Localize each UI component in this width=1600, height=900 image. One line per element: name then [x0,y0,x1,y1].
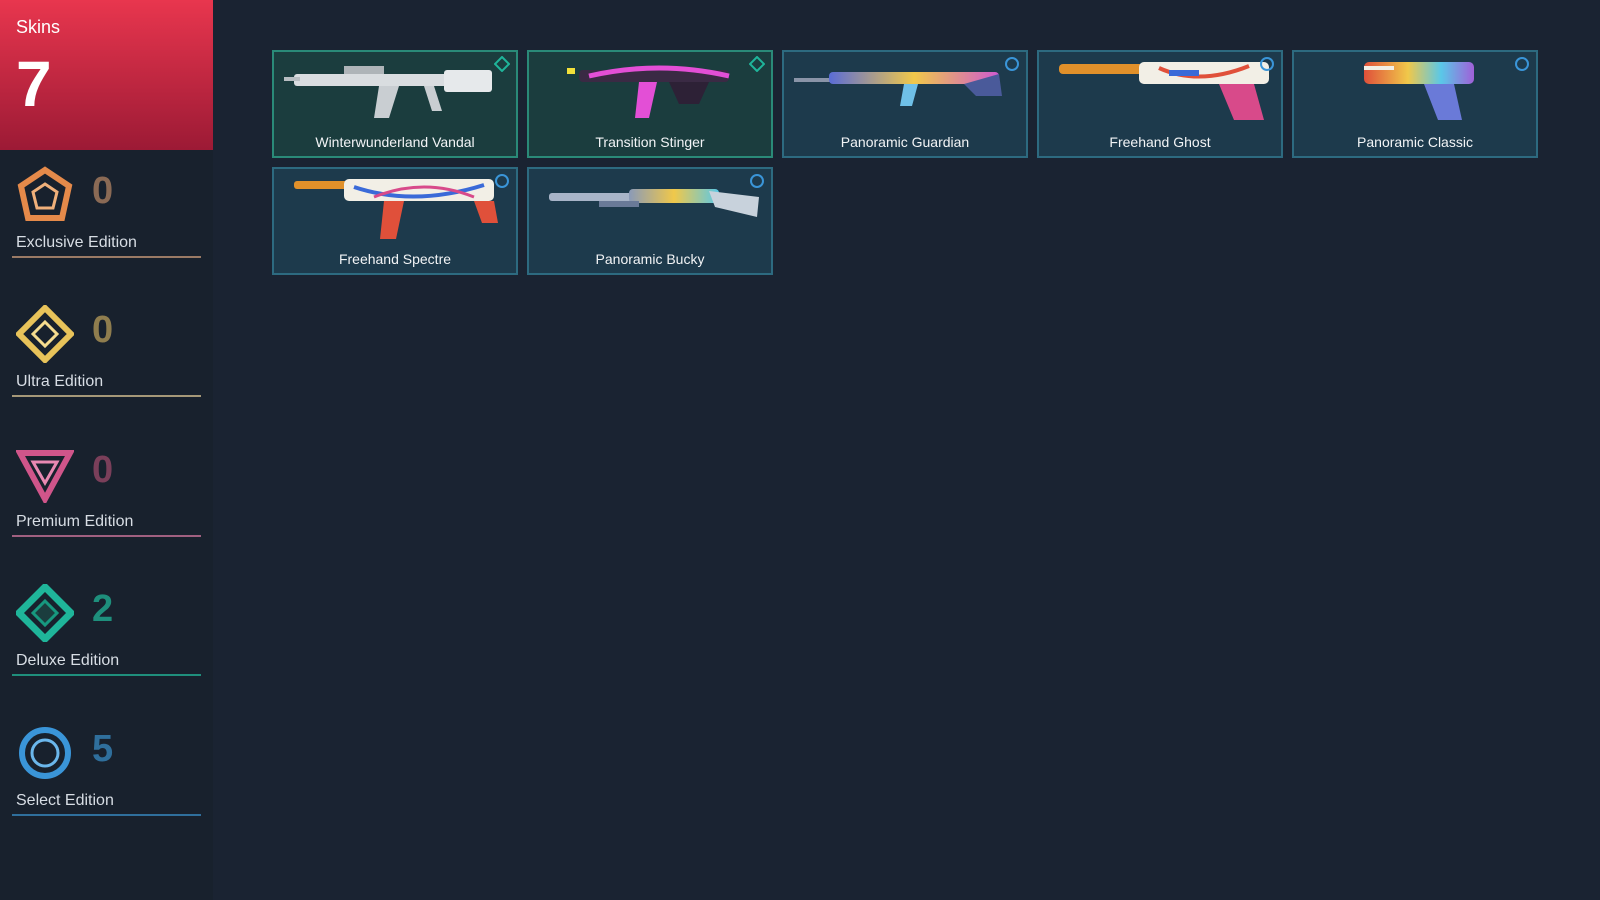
skin-card[interactable]: Panoramic Classic [1292,50,1538,158]
tier-divider [12,674,201,676]
skin-card[interactable]: Transition Stinger [527,50,773,158]
spectre-icon [284,173,506,243]
select-edition-icon [1004,56,1020,72]
tier-divider [12,256,201,258]
skin-card[interactable]: Winterwunderland Vandal [272,50,518,158]
deluxe-edition-icon [494,56,510,72]
select-edition-icon [1514,56,1530,72]
tier-premium: 0 Premium Edition [0,445,213,555]
bucky-icon [539,173,761,243]
tier-label: Select Edition [16,792,114,809]
tier-divider [12,814,201,816]
skins-count: 7 [16,48,52,120]
skin-name: Panoramic Classic [1357,134,1473,150]
skin-card[interactable]: Panoramic Guardian [782,50,1028,158]
tier-label: Premium Edition [16,513,134,530]
ultra-edition-icon [16,305,74,363]
deluxe-edition-icon [749,56,765,72]
tier-label: Ultra Edition [16,373,104,390]
skin-name: Winterwunderland Vandal [315,134,475,150]
tier-label: Exclusive Edition [16,234,137,251]
tier-exclusive: 0 Exclusive Edition [0,166,213,276]
skins-summary-card: Skins 7 [0,0,213,150]
tier-select: 5 Select Edition [0,724,213,834]
skin-card[interactable]: Panoramic Bucky [527,167,773,275]
tier-divider [12,395,201,397]
tier-count: 0 [92,170,114,212]
classic-icon [1304,56,1526,126]
skin-name: Freehand Ghost [1109,134,1211,150]
guardian-icon [794,56,1016,126]
skin-card[interactable]: Freehand Spectre [272,167,518,275]
select-edition-icon [749,173,765,189]
select-edition-icon [494,173,510,189]
exclusive-edition-icon [16,166,74,224]
tier-label: Deluxe Edition [16,652,120,669]
deluxe-edition-icon [16,584,74,642]
premium-edition-icon [16,445,74,503]
skins-grid: Winterwunderland Vandal Transition Sting… [272,50,1538,275]
tier-count: 0 [92,309,114,351]
select-edition-icon [1259,56,1275,72]
tier-count: 0 [92,449,114,491]
skin-card[interactable]: Freehand Ghost [1037,50,1283,158]
tier-count: 5 [92,728,114,770]
tier-divider [12,535,201,537]
skin-name: Panoramic Guardian [840,134,970,150]
skin-name: Panoramic Bucky [595,251,705,267]
stinger-icon [539,56,761,126]
skin-name: Freehand Spectre [338,251,452,267]
select-edition-icon [16,724,74,782]
vandal-icon [284,56,506,126]
tier-count: 2 [92,588,114,630]
sidebar: Skins 7 0 Exclusive Edition 0 Ultra Edit… [0,0,213,900]
ghost-icon [1049,56,1271,126]
tier-ultra: 0 Ultra Edition [0,305,213,415]
skin-name: Transition Stinger [595,134,705,150]
skins-label: Skins [16,17,61,37]
tier-deluxe: 2 Deluxe Edition [0,584,213,694]
